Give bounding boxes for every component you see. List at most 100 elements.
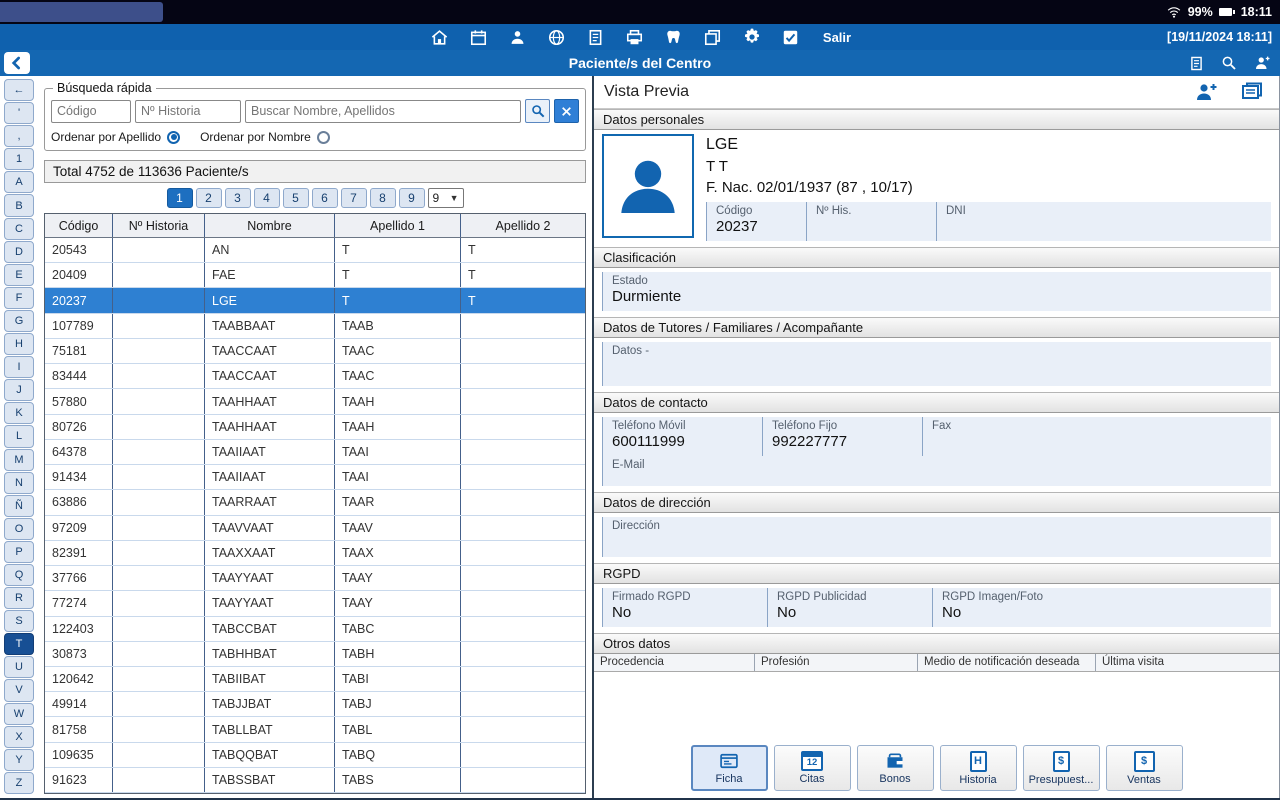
column-header-codigo[interactable]: Código (45, 214, 113, 237)
page-button-7[interactable]: 7 (341, 188, 367, 208)
ventas-button[interactable]: $ Ventas (1106, 745, 1183, 791)
patient-icon[interactable] (507, 26, 529, 48)
table-row[interactable]: 64378TAAIIAATTAAI (45, 440, 585, 465)
table-row[interactable]: 81758TABLLBATTABL (45, 717, 585, 742)
alpha-button-T[interactable]: T (4, 633, 34, 655)
page-button-6[interactable]: 6 (312, 188, 338, 208)
table-cell: 109635 (45, 743, 113, 767)
historia-button[interactable]: H Historia (940, 745, 1017, 791)
alpha-button-,[interactable]: , (4, 125, 34, 147)
calendar-icon[interactable] (468, 26, 490, 48)
page-size-select[interactable]: 9▼ (428, 188, 464, 208)
back-button[interactable] (4, 52, 30, 74)
table-row[interactable]: 109635TABQQBATTABQ (45, 743, 585, 768)
alpha-button-'[interactable]: ' (4, 102, 34, 124)
clear-search-button[interactable] (554, 99, 579, 123)
column-header-apellido2[interactable]: Apellido 2 (461, 214, 585, 237)
table-row[interactable]: 83444TAACCAATTAAC (45, 364, 585, 389)
alpha-button-Q[interactable]: Q (4, 564, 34, 586)
alpha-button-M[interactable]: M (4, 449, 34, 471)
page-button-3[interactable]: 3 (225, 188, 251, 208)
page-button-1[interactable]: 1 (167, 188, 193, 208)
table-row[interactable]: 97209TAAVVAATTAAV (45, 516, 585, 541)
globe-icon[interactable] (546, 26, 568, 48)
alpha-button-Ñ[interactable]: Ñ (4, 495, 34, 517)
salir-button[interactable]: Salir (823, 30, 851, 45)
document-icon[interactable] (585, 26, 607, 48)
nombre-search-input[interactable] (245, 100, 521, 123)
alpha-button-N[interactable]: N (4, 472, 34, 494)
alpha-button-Y[interactable]: Y (4, 749, 34, 771)
notes-icon[interactable] (1186, 53, 1206, 73)
alpha-button-X[interactable]: X (4, 726, 34, 748)
order-apellido-radio[interactable] (167, 131, 180, 144)
ficha-button[interactable]: Ficha (691, 745, 768, 791)
table-row[interactable]: 49914TABJJBATTABJ (45, 692, 585, 717)
settings-gear-icon[interactable] (741, 26, 763, 48)
table-row[interactable]: 122403TABCCBATTABC (45, 617, 585, 642)
search-icon[interactable] (1219, 53, 1239, 73)
table-row[interactable]: 82391TAAXXAATTAAX (45, 541, 585, 566)
table-row[interactable]: 20237LGETT (45, 288, 585, 313)
alpha-button-D[interactable]: D (4, 241, 34, 263)
alpha-button-E[interactable]: E (4, 264, 34, 286)
table-row[interactable]: 75181TAACCAATTAAC (45, 339, 585, 364)
alpha-button-G[interactable]: G (4, 310, 34, 332)
table-row[interactable]: 20543ANTT (45, 238, 585, 263)
column-header-historia[interactable]: Nº Historia (113, 214, 205, 237)
alpha-button-S[interactable]: S (4, 610, 34, 632)
alpha-button-P[interactable]: P (4, 541, 34, 563)
bonos-button[interactable]: Bonos (857, 745, 934, 791)
table-row[interactable]: 30873TABHHBATTABH (45, 642, 585, 667)
search-button[interactable] (525, 99, 550, 123)
tooth-icon[interactable] (663, 26, 685, 48)
patient-card-button[interactable] (1235, 79, 1269, 105)
table-row[interactable]: 120642TABIIBATTABI (45, 667, 585, 692)
alpha-button-A[interactable]: A (4, 171, 34, 193)
alpha-button-K[interactable]: K (4, 402, 34, 424)
table-cell (113, 516, 205, 540)
table-row[interactable]: 91623TABSSBATTABS (45, 768, 585, 793)
codigo-input[interactable] (51, 100, 131, 123)
page-button-4[interactable]: 4 (254, 188, 280, 208)
alpha-button-V[interactable]: V (4, 679, 34, 701)
alpha-button-H[interactable]: H (4, 333, 34, 355)
page-button-5[interactable]: 5 (283, 188, 309, 208)
alpha-button-W[interactable]: W (4, 703, 34, 725)
order-nombre-radio[interactable] (317, 131, 330, 144)
alpha-button-U[interactable]: U (4, 656, 34, 678)
table-row[interactable]: 80726TAAHHAATTAAH (45, 415, 585, 440)
table-row[interactable]: 63886TAARRAATTAAR (45, 490, 585, 515)
column-header-apellido1[interactable]: Apellido 1 (335, 214, 461, 237)
alpha-button-1[interactable]: 1 (4, 148, 34, 170)
patient-add-button[interactable] (1189, 79, 1223, 105)
alpha-button-B[interactable]: B (4, 194, 34, 216)
alpha-button-Z[interactable]: Z (4, 772, 34, 794)
printer-icon[interactable] (624, 26, 646, 48)
table-row[interactable]: 77274TAAYYAATTAAY (45, 591, 585, 616)
table-row[interactable]: 91434TAAIIAATTAAI (45, 465, 585, 490)
alpha-button-C[interactable]: C (4, 218, 34, 240)
page-button-9[interactable]: 9 (399, 188, 425, 208)
citas-button[interactable]: 12 Citas (774, 745, 851, 791)
presupuestos-button[interactable]: $ Presupuest... (1023, 745, 1100, 791)
column-header-nombre[interactable]: Nombre (205, 214, 335, 237)
patient-small-icon[interactable] (1252, 53, 1272, 73)
alpha-button-L[interactable]: L (4, 425, 34, 447)
home-icon[interactable] (429, 26, 451, 48)
table-row[interactable]: 37766TAAYYAATTAAY (45, 566, 585, 591)
table-row[interactable]: 57880TAAHHAATTAAH (45, 389, 585, 414)
alpha-button-O[interactable]: O (4, 518, 34, 540)
historia-input[interactable] (135, 100, 241, 123)
alpha-button-I[interactable]: I (4, 356, 34, 378)
alpha-button-R[interactable]: R (4, 587, 34, 609)
table-row[interactable]: 20409FAETT (45, 263, 585, 288)
alpha-button-J[interactable]: J (4, 379, 34, 401)
tasks-check-icon[interactable] (780, 26, 802, 48)
table-row[interactable]: 107789TAABBAATTAAB (45, 314, 585, 339)
cards-icon[interactable] (702, 26, 724, 48)
page-button-8[interactable]: 8 (370, 188, 396, 208)
alpha-button-F[interactable]: F (4, 287, 34, 309)
page-button-2[interactable]: 2 (196, 188, 222, 208)
alpha-button-←[interactable]: ← (4, 79, 34, 101)
